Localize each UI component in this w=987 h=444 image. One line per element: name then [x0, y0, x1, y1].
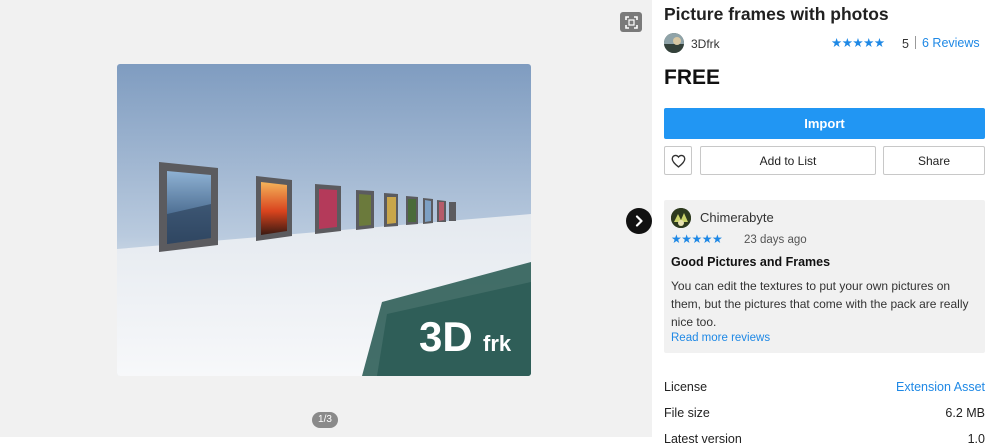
- frame-3: [315, 184, 341, 234]
- detail-value: 1.0: [967, 432, 985, 444]
- share-button[interactable]: Share: [883, 146, 985, 175]
- logo-text-sub: frk: [483, 331, 512, 356]
- review-date: 23 days ago: [744, 234, 807, 246]
- product-main-image[interactable]: 3D frk: [117, 64, 531, 376]
- frame-5: [384, 193, 398, 227]
- product-gallery: 3D frk 1/3: [0, 0, 652, 437]
- detail-value: 6.2 MB: [945, 406, 985, 420]
- review-stars-icon: ★★★★★: [671, 232, 723, 246]
- secondary-actions: Add to List Share: [664, 146, 985, 175]
- import-button[interactable]: Import: [664, 108, 985, 139]
- publisher-avatar[interactable]: [664, 33, 684, 53]
- detail-row-latest-version: Latest version 1.0: [664, 428, 985, 444]
- rating-divider: [915, 36, 916, 49]
- frame-2: [256, 176, 292, 241]
- detail-row-license: License Extension Asset: [664, 376, 985, 402]
- rating-stars-icon: ★★★★★: [831, 36, 885, 50]
- price: FREE: [664, 66, 721, 89]
- product-info-panel: Picture frames with photos 3Dfrk ★★★★★ 5…: [664, 0, 985, 444]
- read-more-reviews-link[interactable]: Read more reviews: [671, 332, 770, 344]
- detail-label: File size: [664, 406, 710, 420]
- gallery-page-indicator: 1/3: [312, 412, 338, 428]
- publisher-row: 3Dfrk ★★★★★ 5 6 Reviews: [664, 32, 985, 54]
- reviewer-avatar: [671, 208, 691, 228]
- product-details: License Extension Asset File size 6.2 MB…: [664, 376, 985, 444]
- review-card: Chimerabyte ★★★★★ 23 days ago Good Pictu…: [664, 200, 985, 353]
- review-title: Good Pictures and Frames: [671, 255, 831, 269]
- detail-label: Latest version: [664, 432, 742, 444]
- favorite-button[interactable]: [664, 146, 692, 175]
- frame-4: [356, 190, 374, 230]
- add-to-list-button[interactable]: Add to List: [700, 146, 876, 175]
- license-link[interactable]: Extension Asset: [896, 380, 985, 394]
- publisher-name[interactable]: 3Dfrk: [691, 37, 720, 51]
- reviewer-name: Chimerabyte: [700, 210, 774, 225]
- product-title: Picture frames with photos: [664, 4, 889, 24]
- fullscreen-icon: [624, 15, 638, 29]
- heart-icon: [671, 154, 685, 168]
- detail-row-file-size: File size 6.2 MB: [664, 402, 985, 428]
- frame-6: [406, 196, 418, 225]
- logo-text-main: 3D: [419, 313, 473, 360]
- chevron-right-icon: [635, 215, 643, 227]
- detail-label: License: [664, 380, 708, 394]
- rating-value: 5: [902, 37, 909, 51]
- frame-1: [159, 162, 218, 252]
- review-body: You can edit the textures to put your ow…: [671, 279, 969, 329]
- fullscreen-button[interactable]: [620, 12, 642, 32]
- reviews-link[interactable]: 6 Reviews: [922, 36, 980, 50]
- gallery-next-button[interactable]: [626, 208, 652, 234]
